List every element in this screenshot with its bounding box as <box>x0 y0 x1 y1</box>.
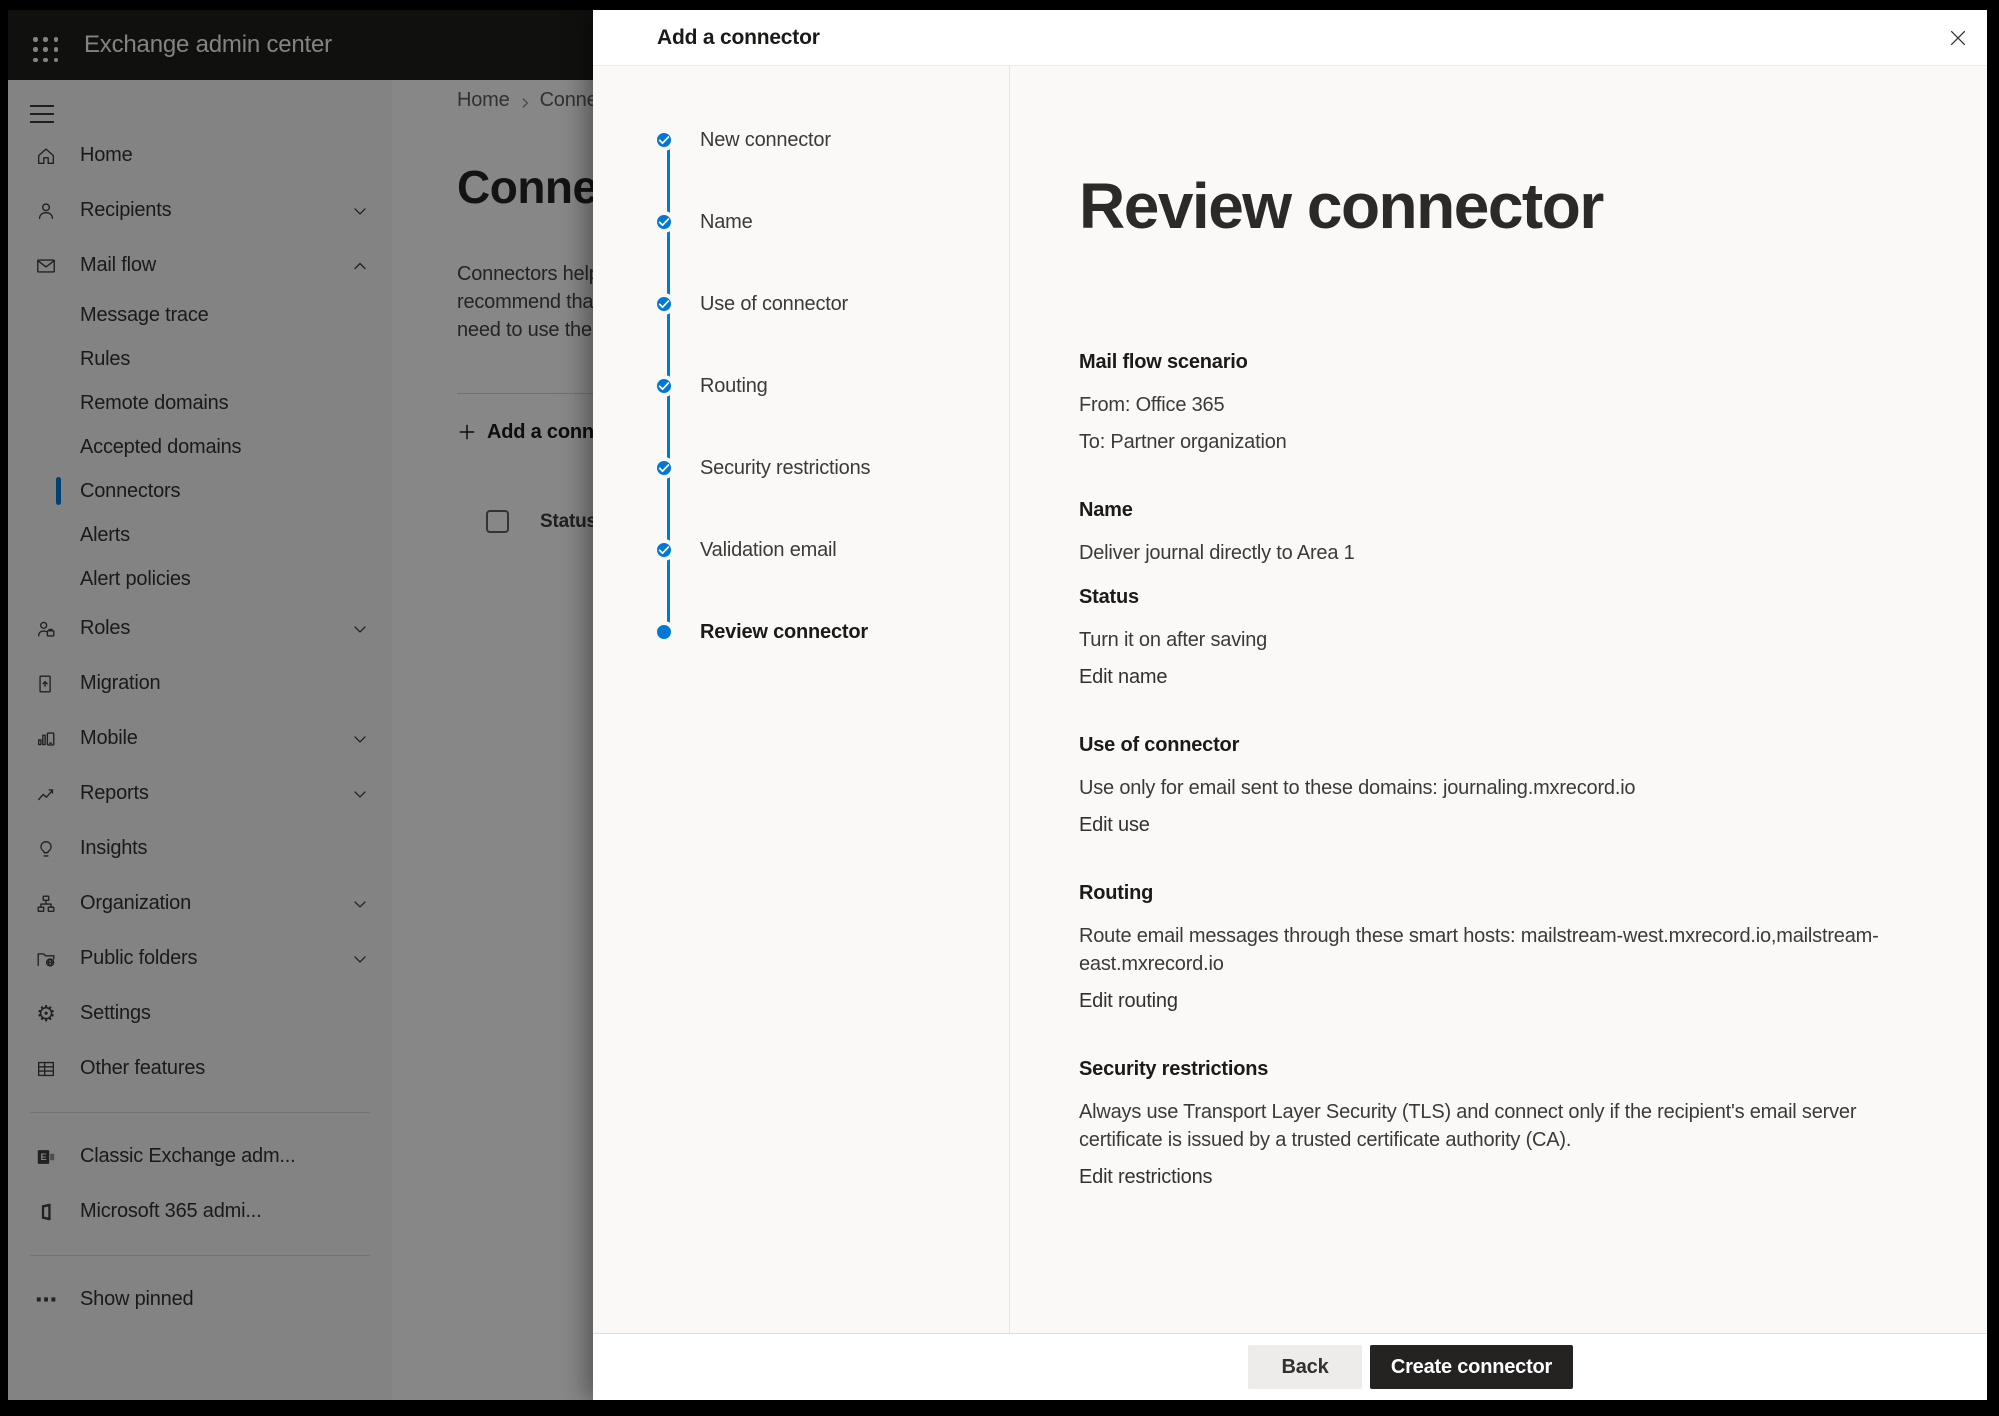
wizard-step-label: Review connector <box>700 621 868 644</box>
modal-title: Add a connector <box>657 10 820 66</box>
modal-header: Add a connector <box>593 10 1987 66</box>
review-section: Mail flow scenario From: Office 365 To: Pa… <box>1079 348 1927 456</box>
section-heading: Mail flow scenario <box>1079 348 1927 376</box>
edit-link-edit-use[interactable]: Edit use <box>1079 811 1889 839</box>
wizard-step-label: New connector <box>700 129 831 152</box>
review-section: Use of connector Use only for email sent … <box>1079 731 1927 839</box>
wizard-step-label: Routing <box>700 375 768 398</box>
edit-link-edit-routing[interactable]: Edit routing <box>1079 987 1889 1015</box>
section-heading: Name <box>1079 496 1927 524</box>
review-block: Security restrictions Always use Transpor… <box>1079 1055 1927 1191</box>
step-complete-icon <box>653 211 675 233</box>
section-line: Deliver journal directly to Area 1 <box>1079 539 1889 567</box>
step-complete-icon <box>653 129 675 151</box>
review-block: Routing Route email messages through thes… <box>1079 879 1927 1015</box>
section-line: Use only for email sent to these domains… <box>1079 774 1889 802</box>
step-current-dot <box>653 621 675 643</box>
modal-body: New connector Name Use of connector Routing… <box>593 66 1987 1333</box>
step-complete-icon <box>653 293 675 315</box>
section-heading: Use of connector <box>1079 731 1927 759</box>
wizard-steps: New connector Name Use of connector Routing… <box>593 66 1010 1333</box>
step-complete-icon <box>653 539 675 561</box>
wizard-step-name[interactable]: Name <box>593 181 1009 263</box>
add-connector-modal: Add a connector New connector Name Use of … <box>593 10 1987 1400</box>
wizard-step-security-restrictions[interactable]: Security restrictions <box>593 427 1009 509</box>
section-line: Turn it on after saving <box>1079 626 1889 654</box>
review-block: Use of connector Use only for email sent … <box>1079 731 1927 839</box>
review-pane: Review connector Mail flow scenario From:… <box>1011 66 1987 1333</box>
section-line: To: Partner organization <box>1079 428 1889 456</box>
close-icon[interactable] <box>1942 22 1974 54</box>
section-heading: Security restrictions <box>1079 1055 1927 1083</box>
wizard-step-review-connector[interactable]: Review connector <box>593 591 1009 673</box>
section-line: From: Office 365 <box>1079 391 1889 419</box>
modal-footer: Back Create connector <box>593 1333 1987 1400</box>
section-line: Always use Transport Layer Security (TLS… <box>1079 1098 1889 1154</box>
wizard-step-label: Validation email <box>700 539 837 562</box>
wizard-step-label: Security restrictions <box>700 457 870 480</box>
create-connector-button[interactable]: Create connector <box>1370 1345 1573 1389</box>
wizard-step-validation-email[interactable]: Validation email <box>593 509 1009 591</box>
step-complete-icon <box>653 375 675 397</box>
review-section: Routing Route email messages through thes… <box>1079 879 1927 1015</box>
screenshot-frame: Exchange admin center HomeRecipientsMail… <box>0 0 1999 1416</box>
wizard-step-label: Name <box>700 211 753 234</box>
review-sections: Mail flow scenario From: Office 365 To: Pa… <box>1079 348 1927 1191</box>
wizard-step-routing[interactable]: Routing <box>593 345 1009 427</box>
wizard-step-new-connector[interactable]: New connector <box>593 99 1009 181</box>
back-button[interactable]: Back <box>1248 1345 1362 1389</box>
edit-link-edit-restrictions[interactable]: Edit restrictions <box>1079 1163 1889 1191</box>
review-title: Review connector <box>1079 166 1927 246</box>
step-complete-icon <box>653 457 675 479</box>
wizard-step-use-of-connector[interactable]: Use of connector <box>593 263 1009 345</box>
review-block: Status Turn it on after saving Edit name <box>1079 583 1927 691</box>
review-section: Security restrictions Always use Transpor… <box>1079 1055 1927 1191</box>
edit-link-edit-name[interactable]: Edit name <box>1079 663 1889 691</box>
review-section: Name Deliver journal directly to Area 1 St… <box>1079 496 1927 691</box>
section-heading: Routing <box>1079 879 1927 907</box>
app-window: Exchange admin center HomeRecipientsMail… <box>8 10 1987 1400</box>
wizard-step-label: Use of connector <box>700 293 848 316</box>
section-heading: Status <box>1079 583 1927 611</box>
review-block: Mail flow scenario From: Office 365 To: Pa… <box>1079 348 1927 456</box>
section-line: Route email messages through these smart… <box>1079 922 1889 978</box>
review-block: Name Deliver journal directly to Area 1 <box>1079 496 1927 567</box>
